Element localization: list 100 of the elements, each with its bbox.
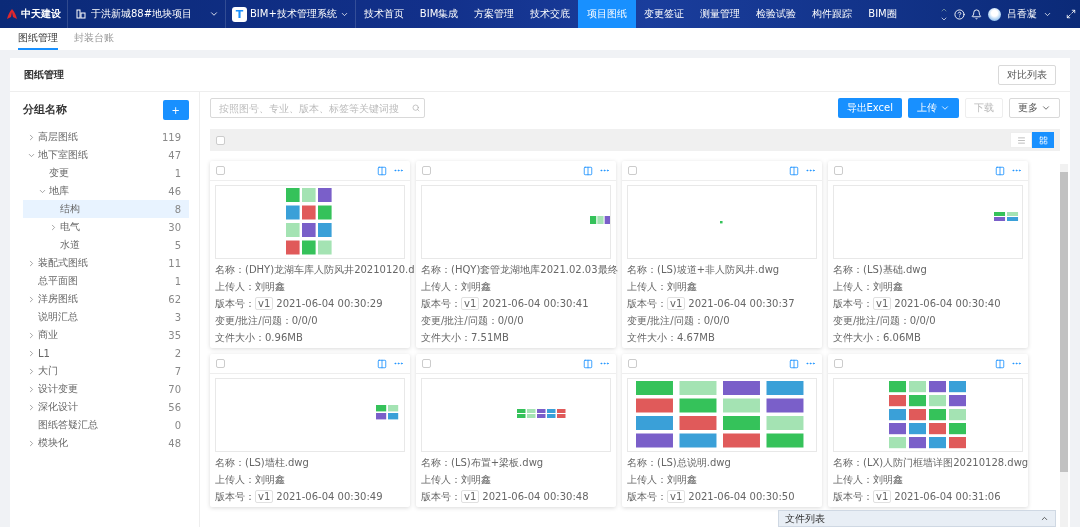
compare-icon[interactable]: [995, 358, 1005, 369]
compare-icon[interactable]: [583, 358, 593, 369]
tree-item[interactable]: 模块化 48: [23, 434, 189, 452]
file-card[interactable]: 名称：(LS)总说明.dwg 上传人：刘明鑫 版本号： v1 2021-06-04 00:30:50: [622, 354, 822, 507]
compare-icon[interactable]: [583, 165, 593, 176]
version-tag: v1: [667, 490, 686, 503]
tree-item[interactable]: 说明汇总 3: [23, 308, 189, 326]
compare-icon[interactable]: [789, 358, 799, 369]
card-checkbox[interactable]: [422, 359, 431, 368]
tree-item[interactable]: 水道 5: [23, 236, 189, 254]
field-value: (LS)基础.dwg: [863, 262, 927, 277]
help-icon[interactable]: [954, 8, 965, 20]
tree-item[interactable]: 地库 46: [23, 182, 189, 200]
card-checkbox[interactable]: [628, 359, 637, 368]
select-all-checkbox[interactable]: [216, 135, 225, 145]
version-tag: v1: [873, 297, 892, 310]
compare-icon[interactable]: [789, 165, 799, 176]
tree-item[interactable]: L1 2: [23, 344, 189, 362]
tree-item[interactable]: 商业 35: [23, 326, 189, 344]
chevron-right-icon[interactable]: [27, 384, 36, 394]
nav-tab[interactable]: 构件跟踪: [804, 0, 861, 28]
field-value: 2021-06-04 00:30:50: [688, 491, 795, 502]
file-card[interactable]: 名称：(LX)人防门框墙详图20210128.dwg 上传人：刘明鑫 版本号： v1 2021-06-04 00:31:06: [828, 354, 1028, 507]
file-card[interactable]: 名称：(HQY)套管龙湖地库2021.02.03最终 上传人：刘明鑫 版本号： v1 2021-06-04 00:30:41 变更/批注/问题：0/0/0 文件大小：7.51MB: [416, 161, 616, 348]
field-value: 0/0/0: [291, 315, 318, 326]
group-title: 分组名称: [23, 103, 67, 117]
tree-item[interactable]: 结构 8: [23, 200, 189, 218]
compare-icon[interactable]: [377, 358, 387, 369]
tree-item[interactable]: 装配式图纸 11: [23, 254, 189, 272]
tree-item[interactable]: 洋房图纸 62: [23, 290, 189, 308]
field-value: (LS)坡道+非人防风井.dwg: [657, 262, 780, 277]
chevron-right-icon[interactable]: [49, 222, 58, 232]
nav-tab[interactable]: 方案管理: [466, 0, 523, 28]
chevron-right-icon[interactable]: [27, 402, 36, 412]
card-checkbox[interactable]: [834, 359, 843, 368]
tree-item[interactable]: 地下室图纸 47: [23, 146, 189, 164]
chevron-right-icon[interactable]: [27, 348, 36, 358]
tree-item-label: 高层图纸: [38, 130, 79, 144]
tree-item[interactable]: 总平面图 1: [23, 272, 189, 290]
field-label: 上传人：: [421, 279, 461, 294]
card-checkbox[interactable]: [216, 359, 225, 368]
chevron-right-icon[interactable]: [27, 330, 36, 340]
tree-item-label: 装配式图纸: [38, 256, 89, 270]
nav-tab[interactable]: 技术首页: [355, 0, 412, 28]
nav-tab[interactable]: BIM集成: [411, 0, 467, 28]
nav-tab[interactable]: BIM圈: [860, 0, 905, 28]
list-view-button[interactable]: [1010, 132, 1032, 148]
nav-tab[interactable]: 检验试验: [748, 0, 805, 28]
more-button[interactable]: 更多: [1009, 98, 1060, 118]
tree-item[interactable]: 大门 7: [23, 362, 189, 380]
tree-item[interactable]: 设计变更 70: [23, 380, 189, 398]
sub-tab[interactable]: 图纸管理: [18, 28, 58, 50]
file-list-panel[interactable]: 文件列表: [778, 510, 1056, 527]
file-card[interactable]: 名称：(LS)基础.dwg 上传人：刘明鑫 版本号： v1 2021-06-04 00:30:40 变更/批注/问题：0/0/0 文件大小：6.06MB: [828, 161, 1028, 348]
scrollbar-thumb[interactable]: [1060, 172, 1068, 472]
file-card[interactable]: 名称：(LS)墙柱.dwg 上传人：刘明鑫 版本号： v1 2021-06-04 00:30:49: [210, 354, 410, 507]
card-checkbox[interactable]: [216, 166, 225, 175]
card-checkbox[interactable]: [834, 166, 843, 175]
field-label: 文件大小：: [833, 330, 883, 345]
bell-icon[interactable]: [971, 8, 982, 20]
compare-icon[interactable]: [995, 165, 1005, 176]
tree-item-label: 大门: [38, 364, 59, 378]
tree-item[interactable]: 深化设计 56: [23, 398, 189, 416]
tree-item[interactable]: 电气 30: [23, 218, 189, 236]
item-count: 1: [174, 275, 181, 287]
search-icon[interactable]: [412, 104, 420, 112]
field-label: 变更/批注/问题：: [833, 313, 910, 328]
nav-tab[interactable]: 变更签证: [636, 0, 693, 28]
chevron-right-icon[interactable]: [27, 294, 36, 304]
chevron-up-icon[interactable]: [1040, 514, 1049, 523]
grid-icon: [1038, 135, 1048, 145]
fullscreen-icon[interactable]: [1066, 9, 1076, 19]
chevron-down-icon[interactable]: [209, 9, 219, 19]
file-card[interactable]: 名称：(LS)布置+梁板.dwg 上传人：刘明鑫 版本号： v1 2021-06-04 00:30:48: [416, 354, 616, 507]
chevron-right-icon[interactable]: [27, 366, 36, 376]
chevron-right-icon[interactable]: [27, 258, 36, 268]
nav-tab[interactable]: 技术交底: [522, 0, 579, 28]
compare-list-button[interactable]: 对比列表: [998, 64, 1056, 85]
field-label: 上传人：: [421, 472, 461, 487]
field-label: 名称：: [833, 455, 863, 470]
compare-icon[interactable]: [377, 165, 387, 176]
field-label: 版本号：: [833, 296, 873, 311]
card-checkbox[interactable]: [628, 166, 637, 175]
card-checkbox[interactable]: [422, 166, 431, 175]
tree-item[interactable]: 图纸答疑汇总 0: [23, 416, 189, 434]
user-name[interactable]: 吕香凝: [1007, 7, 1037, 21]
tree-item[interactable]: 变更 1: [23, 164, 189, 182]
file-card[interactable]: 名称：(LS)坡道+非人防风井.dwg 上传人：刘明鑫 版本号： v1 2021-06-04 00:30:37 变更/批注/问题：0/0/0 文件大小：4.67MB: [622, 161, 822, 348]
chevron-right-icon[interactable]: [27, 438, 36, 448]
project-name[interactable]: 于洪新城88#地块项目: [91, 7, 204, 21]
chevron-right-icon[interactable]: [27, 132, 36, 142]
nav-tab[interactable]: 测量管理: [692, 0, 749, 28]
avatar[interactable]: [988, 7, 1001, 21]
tree-item[interactable]: 高层图纸 119: [23, 128, 189, 146]
grid-view-button[interactable]: [1032, 132, 1054, 148]
item-count: 62: [168, 293, 181, 305]
field-value: 0.96MB: [265, 332, 303, 343]
field-label: 版本号：: [215, 296, 255, 311]
system-name[interactable]: BIM+技术管理系统: [250, 7, 337, 21]
field-label: 文件大小：: [627, 330, 677, 345]
